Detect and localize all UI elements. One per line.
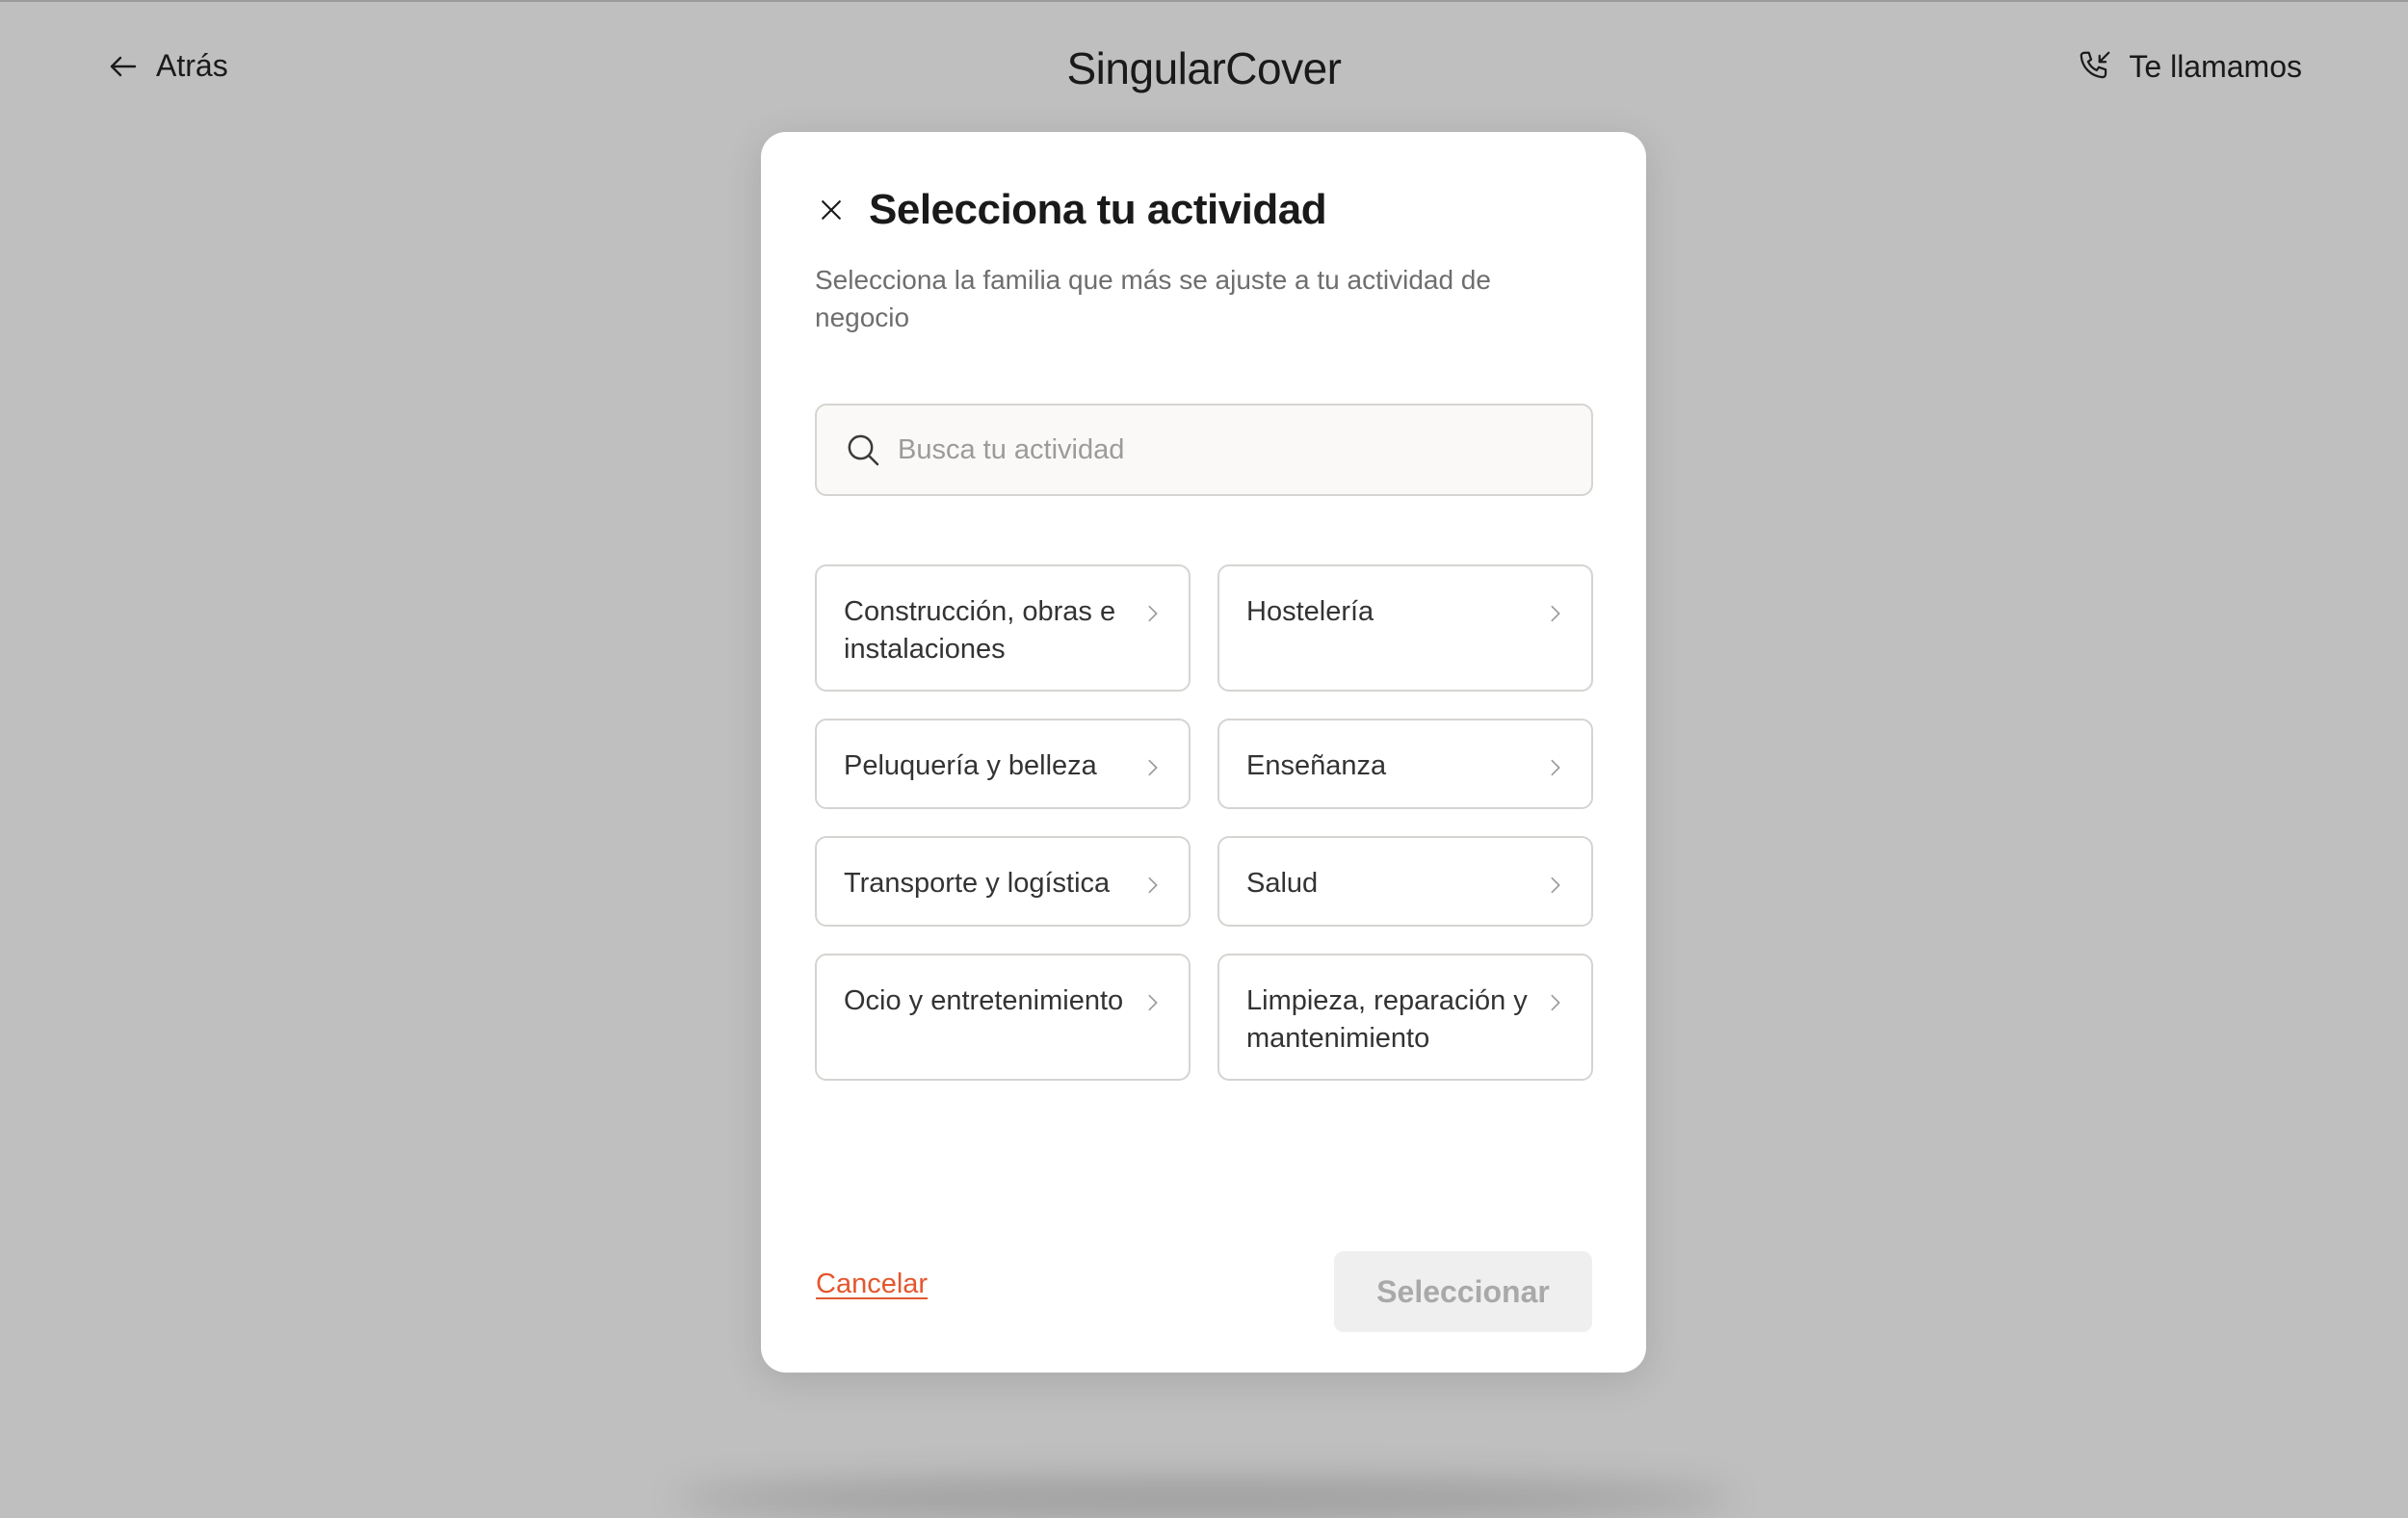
search-field[interactable]	[815, 404, 1593, 496]
activity-label: Hostelería	[1246, 596, 1374, 627]
activity-label: Transporte y logística	[844, 868, 1111, 899]
activity-transporte[interactable]: Transporte y logística	[815, 836, 1191, 927]
chevron-right-icon	[1545, 597, 1566, 622]
activity-limpieza[interactable]: Limpieza, reparación y mantenimiento	[1217, 954, 1593, 1081]
activity-label: Limpieza, reparación y mantenimiento	[1246, 985, 1528, 1054]
chevron-right-icon	[1545, 869, 1566, 894]
activity-label: Ocio y entretenimiento	[844, 985, 1124, 1016]
activity-grid: Construcción, obras e instalaciones Host…	[815, 564, 1593, 1081]
chevron-right-icon	[1142, 986, 1164, 1011]
call-me-label: Te llamamos	[2129, 48, 2302, 84]
search-input[interactable]	[896, 432, 1574, 467]
close-icon	[822, 200, 841, 220]
call-me-button[interactable]: Te llamamos	[2077, 48, 2302, 85]
brand-logo: SingularCover	[1066, 43, 1342, 93]
activity-ocio[interactable]: Ocio y entretenimiento	[815, 954, 1191, 1081]
chevron-right-icon	[1142, 869, 1164, 894]
activity-modal: Selecciona tu actividad Selecciona la fa…	[761, 132, 1646, 1373]
activity-label: Peluquería y belleza	[844, 750, 1097, 781]
activity-ensenanza[interactable]: Enseñanza	[1217, 719, 1593, 809]
chevron-right-icon	[1545, 986, 1566, 1011]
activity-label: Enseñanza	[1246, 750, 1387, 781]
cancel-link[interactable]: Cancelar	[816, 1269, 928, 1300]
close-button[interactable]	[815, 194, 848, 226]
modal-subtitle: Selecciona la familia que más se ajuste …	[815, 265, 1491, 332]
search-icon	[848, 434, 879, 466]
select-button[interactable]: Seleccionar	[1334, 1251, 1592, 1332]
phone-incoming-icon	[2081, 51, 2110, 79]
activity-peluqueria[interactable]: Peluquería y belleza	[815, 719, 1191, 809]
activity-label: Salud	[1246, 868, 1319, 899]
chevron-right-icon	[1142, 597, 1164, 622]
activity-construccion[interactable]: Construcción, obras e instalaciones	[815, 564, 1191, 692]
activity-hosteleria[interactable]: Hostelería	[1217, 564, 1593, 692]
chevron-right-icon	[1142, 751, 1164, 776]
activity-salud[interactable]: Salud	[1217, 836, 1593, 927]
modal-header: Selecciona tu actividad	[815, 186, 1327, 234]
modal-title: Selecciona tu actividad	[869, 186, 1327, 233]
background-shadow	[674, 1479, 1734, 1518]
activity-label: Construcción, obras e instalaciones	[844, 596, 1116, 665]
chevron-right-icon	[1545, 751, 1566, 776]
top-bar: Atrás SingularCover Te llamamos	[0, 0, 2408, 140]
